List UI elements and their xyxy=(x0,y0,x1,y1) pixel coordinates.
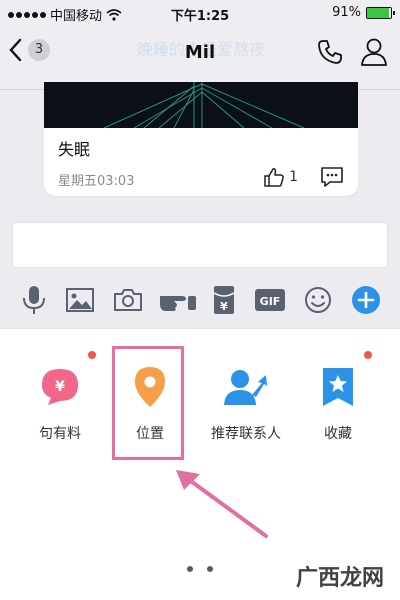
gif-button[interactable]: GIF xyxy=(254,284,286,316)
red-packet-symbol: ¥ xyxy=(220,300,228,313)
microphone-icon xyxy=(23,286,45,314)
voice-button[interactable] xyxy=(18,284,50,316)
gif-icon: GIF xyxy=(255,289,285,311)
card-thumbnail-image xyxy=(44,82,358,129)
profile-button[interactable] xyxy=(360,37,388,71)
plus-icon xyxy=(352,286,380,314)
battery-percent: 91% xyxy=(332,5,361,20)
emoji-button[interactable] xyxy=(302,284,334,316)
new-badge-dot xyxy=(364,351,372,359)
action-label: 句有料 xyxy=(39,426,81,442)
red-packet-icon: ¥ xyxy=(213,286,235,314)
page-dot xyxy=(207,566,213,572)
message-input[interactable] xyxy=(12,222,388,268)
chat-header: 中国移动 下午1:25 91% 晚睡的人最爱熬夜 3 Mil xyxy=(0,0,400,90)
camera-button[interactable] xyxy=(112,284,144,316)
action-item-favorites[interactable]: 收藏 xyxy=(290,351,386,459)
pointer-arrow-icon xyxy=(176,470,268,538)
thumbs-up-icon xyxy=(264,168,284,187)
like-count: 1 xyxy=(289,169,298,185)
action-item-ju-you-liao[interactable]: ¥ 句有料 xyxy=(12,351,108,459)
action-item-recommend-contact[interactable]: 推荐联系人 xyxy=(198,359,294,459)
phone-icon xyxy=(318,40,342,64)
title-bar: 晚睡的人最爱熬夜 3 Mil xyxy=(0,28,400,80)
favorite-bookmark-icon xyxy=(323,368,353,406)
card-date: 星期五03:03 xyxy=(58,174,135,189)
yuan-symbol: ¥ xyxy=(55,379,65,395)
red-packet-button[interactable]: ¥ xyxy=(208,284,240,316)
input-toolbar: ¥ GIF xyxy=(0,280,400,322)
status-bar: 中国移动 下午1:25 91% xyxy=(0,0,400,26)
yuan-bubble-icon: ¥ xyxy=(42,369,78,405)
highlight-box xyxy=(112,346,184,460)
more-button[interactable] xyxy=(350,284,382,316)
action-label: 推荐联系人 xyxy=(211,426,281,442)
person-icon xyxy=(361,38,387,66)
action-label: 收藏 xyxy=(324,426,352,442)
watermark-text: 广西龙网 xyxy=(296,566,385,591)
gif-label: GIF xyxy=(260,295,281,308)
battery-icon xyxy=(366,6,395,19)
new-badge-dot xyxy=(88,351,96,359)
comment-icon xyxy=(321,167,343,187)
poke-button[interactable] xyxy=(158,284,198,316)
comment-button[interactable] xyxy=(320,166,344,192)
page-dot xyxy=(187,566,193,572)
call-button[interactable] xyxy=(316,38,344,70)
like-button[interactable]: 1 xyxy=(263,166,298,188)
card-title: 失眠 xyxy=(58,140,91,159)
emoji-icon xyxy=(305,287,331,313)
photo-button[interactable] xyxy=(64,284,96,316)
shared-content-card[interactable]: 失眠 星期五03:03 1 xyxy=(44,82,358,196)
image-icon xyxy=(66,288,94,312)
pointing-hand-icon xyxy=(160,296,196,311)
recommend-contact-icon xyxy=(224,370,267,405)
camera-icon xyxy=(114,289,142,311)
